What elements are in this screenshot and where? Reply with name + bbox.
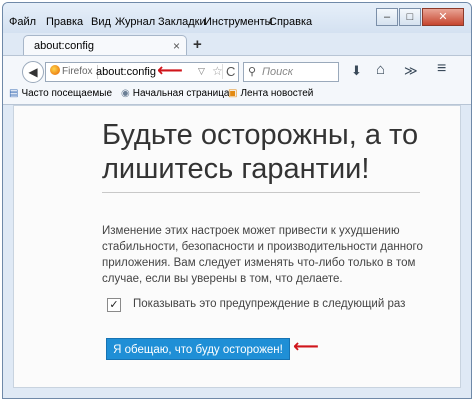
bookmark-folder-icon: ▤ (9, 88, 19, 99)
minimize-button[interactable]: – (376, 8, 398, 26)
navigation-toolbar: ◀ Firefox about:config ▽ ☆ C ⚲ Поиск ⬇ ⌂… (3, 55, 471, 86)
close-window-button[interactable]: ✕ (422, 8, 464, 26)
bookmark-news-feed[interactable]: ▣ Лента новостей (228, 88, 313, 99)
browser-window: Файл Правка Вид Журнал Закладки Инструме… (2, 2, 472, 399)
bookmark-most-visited[interactable]: ▤ Часто посещаемые (9, 88, 112, 99)
menu-help[interactable]: Справка (267, 15, 314, 29)
search-icon: ⚲ (248, 66, 257, 78)
maximize-button[interactable]: □ (399, 8, 421, 26)
menu-bookmarks[interactable]: Закладки (156, 15, 208, 29)
reload-icon[interactable]: C (222, 64, 235, 79)
hamburger-menu-icon[interactable]: ≡ (437, 60, 446, 78)
warning-heading: Будьте осторожны, а то лишитесь гарантии… (102, 119, 419, 185)
bookmark-label: Начальная страница (132, 88, 230, 99)
globe-icon: ◉ (121, 88, 130, 99)
menu-edit[interactable]: Правка (44, 15, 85, 29)
tab-strip: about:config × + (3, 33, 471, 57)
bookmark-start-page[interactable]: ◉ Начальная страница (121, 88, 230, 99)
menu-history[interactable]: Журнал (113, 15, 157, 29)
back-button[interactable]: ◀ (22, 61, 44, 83)
show-warning-label[interactable]: Показывать это предупреждение в следующи… (133, 298, 405, 310)
menu-tools[interactable]: Инструменты (202, 15, 275, 29)
url-bar[interactable]: Firefox about:config ▽ ☆ C (45, 62, 239, 82)
rss-icon: ▣ (228, 88, 238, 99)
identity-box[interactable]: Firefox (48, 65, 98, 79)
accept-risk-button[interactable]: Я обещаю, что буду осторожен! (106, 338, 290, 360)
home-icon[interactable]: ⌂ (376, 61, 385, 78)
search-bar[interactable]: ⚲ Поиск (243, 62, 339, 82)
heading-divider (102, 192, 420, 193)
firefox-icon (50, 65, 60, 75)
show-warning-checkbox[interactable]: ✓ (107, 298, 121, 312)
page-content: Будьте осторожны, а то лишитесь гарантии… (13, 105, 461, 388)
identity-label: Firefox (62, 66, 93, 77)
tab-title: about:config (34, 40, 94, 52)
tab-about-config[interactable]: about:config × (23, 35, 187, 57)
url-dropdown-icon[interactable]: ▽ (198, 66, 205, 77)
url-input[interactable]: about:config (96, 66, 156, 78)
overflow-chevron-icon[interactable]: ≫ (404, 63, 418, 79)
bookmark-label: Часто посещаемые (21, 88, 112, 99)
bookmarks-toolbar: ▤ Часто посещаемые ◉ Начальная страница ▣ Л… (3, 85, 471, 105)
annotation-arrow-button: ⟵ (293, 336, 319, 356)
menu-file[interactable]: Файл (7, 15, 38, 29)
bookmark-label: Лента новостей (240, 88, 314, 99)
menu-bar: Файл Правка Вид Журнал Закладки Инструме… (3, 3, 471, 33)
new-tab-button[interactable]: + (193, 36, 202, 53)
close-tab-icon[interactable]: × (173, 39, 180, 53)
warning-text: Изменение этих настроек может привести к… (102, 225, 423, 285)
download-icon[interactable]: ⬇ (351, 63, 362, 79)
search-input[interactable]: Поиск (262, 66, 293, 78)
annotation-arrow-url: ⟵ (157, 60, 183, 80)
menu-view[interactable]: Вид (89, 15, 113, 29)
